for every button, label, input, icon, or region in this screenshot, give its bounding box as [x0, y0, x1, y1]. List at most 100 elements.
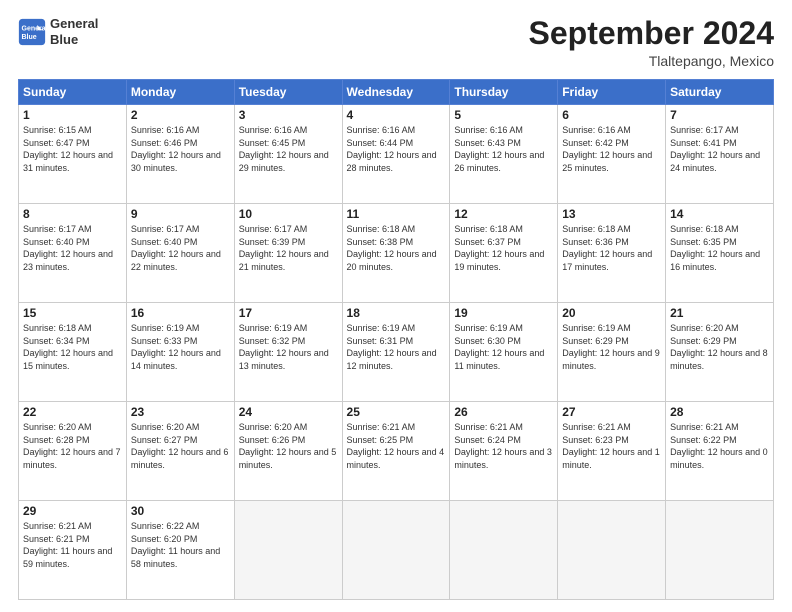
day-number: 4 — [347, 108, 446, 122]
page: General Blue General Blue September 2024… — [0, 0, 792, 612]
day-number: 2 — [131, 108, 230, 122]
calendar-cell: 23 Sunrise: 6:20 AMSunset: 6:27 PMDaylig… — [126, 402, 234, 501]
calendar-week-row: 22 Sunrise: 6:20 AMSunset: 6:28 PMDaylig… — [19, 402, 774, 501]
day-info: Sunrise: 6:16 AMSunset: 6:42 PMDaylight:… — [562, 125, 652, 173]
calendar-cell: 18 Sunrise: 6:19 AMSunset: 6:31 PMDaylig… — [342, 303, 450, 402]
calendar-week-row: 15 Sunrise: 6:18 AMSunset: 6:34 PMDaylig… — [19, 303, 774, 402]
day-info: Sunrise: 6:18 AMSunset: 6:38 PMDaylight:… — [347, 224, 437, 272]
day-number: 18 — [347, 306, 446, 320]
day-number: 21 — [670, 306, 769, 320]
calendar-cell — [450, 501, 558, 600]
calendar-cell: 5 Sunrise: 6:16 AMSunset: 6:43 PMDayligh… — [450, 105, 558, 204]
day-number: 30 — [131, 504, 230, 518]
day-info: Sunrise: 6:16 AMSunset: 6:44 PMDaylight:… — [347, 125, 437, 173]
logo: General Blue General Blue — [18, 16, 98, 47]
day-number: 9 — [131, 207, 230, 221]
calendar-cell: 24 Sunrise: 6:20 AMSunset: 6:26 PMDaylig… — [234, 402, 342, 501]
calendar-cell: 3 Sunrise: 6:16 AMSunset: 6:45 PMDayligh… — [234, 105, 342, 204]
day-info: Sunrise: 6:16 AMSunset: 6:46 PMDaylight:… — [131, 125, 221, 173]
day-number: 13 — [562, 207, 661, 221]
calendar-cell: 21 Sunrise: 6:20 AMSunset: 6:29 PMDaylig… — [666, 303, 774, 402]
day-number: 24 — [239, 405, 338, 419]
day-number: 17 — [239, 306, 338, 320]
calendar-cell: 20 Sunrise: 6:19 AMSunset: 6:29 PMDaylig… — [558, 303, 666, 402]
calendar-cell: 14 Sunrise: 6:18 AMSunset: 6:35 PMDaylig… — [666, 204, 774, 303]
day-info: Sunrise: 6:19 AMSunset: 6:31 PMDaylight:… — [347, 323, 437, 371]
day-header-sunday: Sunday — [19, 80, 127, 105]
day-number: 1 — [23, 108, 122, 122]
calendar-cell: 2 Sunrise: 6:16 AMSunset: 6:46 PMDayligh… — [126, 105, 234, 204]
day-number: 16 — [131, 306, 230, 320]
calendar-cell: 16 Sunrise: 6:19 AMSunset: 6:33 PMDaylig… — [126, 303, 234, 402]
day-number: 28 — [670, 405, 769, 419]
day-number: 23 — [131, 405, 230, 419]
day-info: Sunrise: 6:21 AMSunset: 6:22 PMDaylight:… — [670, 422, 768, 470]
day-info: Sunrise: 6:17 AMSunset: 6:40 PMDaylight:… — [131, 224, 221, 272]
logo-line1: General — [50, 16, 98, 32]
day-info: Sunrise: 6:21 AMSunset: 6:24 PMDaylight:… — [454, 422, 552, 470]
day-number: 26 — [454, 405, 553, 419]
day-info: Sunrise: 6:21 AMSunset: 6:21 PMDaylight:… — [23, 521, 112, 569]
day-info: Sunrise: 6:21 AMSunset: 6:25 PMDaylight:… — [347, 422, 445, 470]
calendar-cell — [234, 501, 342, 600]
calendar-cell: 11 Sunrise: 6:18 AMSunset: 6:38 PMDaylig… — [342, 204, 450, 303]
calendar-header-row: SundayMondayTuesdayWednesdayThursdayFrid… — [19, 80, 774, 105]
day-number: 14 — [670, 207, 769, 221]
day-info: Sunrise: 6:19 AMSunset: 6:32 PMDaylight:… — [239, 323, 329, 371]
day-info: Sunrise: 6:15 AMSunset: 6:47 PMDaylight:… — [23, 125, 113, 173]
day-info: Sunrise: 6:18 AMSunset: 6:35 PMDaylight:… — [670, 224, 760, 272]
calendar-week-row: 29 Sunrise: 6:21 AMSunset: 6:21 PMDaylig… — [19, 501, 774, 600]
day-info: Sunrise: 6:17 AMSunset: 6:40 PMDaylight:… — [23, 224, 113, 272]
calendar-cell: 19 Sunrise: 6:19 AMSunset: 6:30 PMDaylig… — [450, 303, 558, 402]
day-header-thursday: Thursday — [450, 80, 558, 105]
calendar-cell: 17 Sunrise: 6:19 AMSunset: 6:32 PMDaylig… — [234, 303, 342, 402]
day-info: Sunrise: 6:20 AMSunset: 6:27 PMDaylight:… — [131, 422, 229, 470]
day-info: Sunrise: 6:19 AMSunset: 6:33 PMDaylight:… — [131, 323, 221, 371]
calendar-cell — [558, 501, 666, 600]
calendar-week-row: 1 Sunrise: 6:15 AMSunset: 6:47 PMDayligh… — [19, 105, 774, 204]
calendar-cell — [666, 501, 774, 600]
day-header-tuesday: Tuesday — [234, 80, 342, 105]
day-header-wednesday: Wednesday — [342, 80, 450, 105]
logo-line2: Blue — [50, 32, 98, 48]
calendar-cell: 29 Sunrise: 6:21 AMSunset: 6:21 PMDaylig… — [19, 501, 127, 600]
day-number: 6 — [562, 108, 661, 122]
day-number: 7 — [670, 108, 769, 122]
calendar-cell: 9 Sunrise: 6:17 AMSunset: 6:40 PMDayligh… — [126, 204, 234, 303]
calendar-cell: 30 Sunrise: 6:22 AMSunset: 6:20 PMDaylig… — [126, 501, 234, 600]
day-info: Sunrise: 6:20 AMSunset: 6:28 PMDaylight:… — [23, 422, 121, 470]
day-info: Sunrise: 6:22 AMSunset: 6:20 PMDaylight:… — [131, 521, 220, 569]
day-header-friday: Friday — [558, 80, 666, 105]
day-info: Sunrise: 6:18 AMSunset: 6:37 PMDaylight:… — [454, 224, 544, 272]
calendar-cell: 1 Sunrise: 6:15 AMSunset: 6:47 PMDayligh… — [19, 105, 127, 204]
calendar-cell: 25 Sunrise: 6:21 AMSunset: 6:25 PMDaylig… — [342, 402, 450, 501]
day-info: Sunrise: 6:20 AMSunset: 6:26 PMDaylight:… — [239, 422, 337, 470]
day-info: Sunrise: 6:21 AMSunset: 6:23 PMDaylight:… — [562, 422, 660, 470]
title-block: September 2024 Tlaltepango, Mexico — [529, 16, 774, 69]
day-number: 22 — [23, 405, 122, 419]
day-info: Sunrise: 6:16 AMSunset: 6:43 PMDaylight:… — [454, 125, 544, 173]
day-info: Sunrise: 6:16 AMSunset: 6:45 PMDaylight:… — [239, 125, 329, 173]
day-info: Sunrise: 6:18 AMSunset: 6:34 PMDaylight:… — [23, 323, 113, 371]
calendar-cell: 12 Sunrise: 6:18 AMSunset: 6:37 PMDaylig… — [450, 204, 558, 303]
day-number: 12 — [454, 207, 553, 221]
logo-icon: General Blue — [18, 18, 46, 46]
day-number: 3 — [239, 108, 338, 122]
calendar-cell: 15 Sunrise: 6:18 AMSunset: 6:34 PMDaylig… — [19, 303, 127, 402]
day-header-monday: Monday — [126, 80, 234, 105]
day-number: 20 — [562, 306, 661, 320]
day-number: 8 — [23, 207, 122, 221]
calendar-body: 1 Sunrise: 6:15 AMSunset: 6:47 PMDayligh… — [19, 105, 774, 600]
day-header-saturday: Saturday — [666, 80, 774, 105]
day-number: 11 — [347, 207, 446, 221]
day-number: 5 — [454, 108, 553, 122]
calendar-cell: 10 Sunrise: 6:17 AMSunset: 6:39 PMDaylig… — [234, 204, 342, 303]
month-title: September 2024 — [529, 16, 774, 51]
location: Tlaltepango, Mexico — [529, 53, 774, 69]
day-info: Sunrise: 6:17 AMSunset: 6:39 PMDaylight:… — [239, 224, 329, 272]
day-number: 27 — [562, 405, 661, 419]
calendar-cell: 6 Sunrise: 6:16 AMSunset: 6:42 PMDayligh… — [558, 105, 666, 204]
day-info: Sunrise: 6:20 AMSunset: 6:29 PMDaylight:… — [670, 323, 768, 371]
logo-text: General Blue — [50, 16, 98, 47]
calendar-cell: 27 Sunrise: 6:21 AMSunset: 6:23 PMDaylig… — [558, 402, 666, 501]
